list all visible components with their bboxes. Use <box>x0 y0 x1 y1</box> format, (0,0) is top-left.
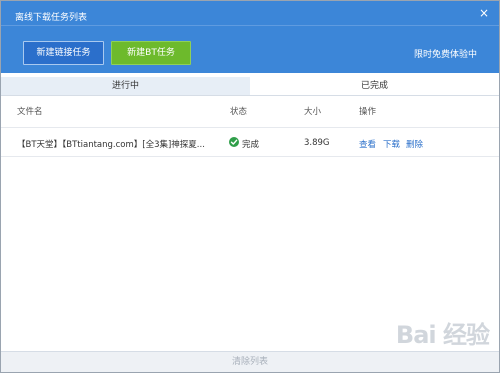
row-size: 3.89G <box>304 138 330 148</box>
tab-running[interactable]: 进行中 <box>1 77 250 95</box>
column-actions: 操作 <box>359 107 377 117</box>
dialog-title: 离线下载任务列表 <box>15 13 88 23</box>
row-filename: 【BT天堂】【BTtiantang.com】[全3集]神探夏... <box>17 140 205 150</box>
check-circle-icon <box>229 137 239 147</box>
download-link[interactable]: 下载 <box>383 138 400 150</box>
tab-completed[interactable]: 已完成 <box>250 77 499 95</box>
delete-link[interactable]: 删除 <box>406 138 423 150</box>
dialog-header: 离线下载任务列表 × 新建链接任务 新建BT任务 限时免费体验中 <box>1 1 499 73</box>
column-status: 状态 <box>230 107 248 117</box>
watermark: Bai 经验 <box>395 321 490 349</box>
offline-download-dialog: 离线下载任务列表 × 新建链接任务 新建BT任务 限时免费体验中 进行中 已完成… <box>0 0 500 373</box>
clear-list-button[interactable]: 清除列表 <box>1 352 499 372</box>
column-headers: 文件名 状态 大小 操作 <box>1 105 499 119</box>
new-link-task-button[interactable]: 新建链接任务 <box>23 41 104 65</box>
column-filename: 文件名 <box>17 107 43 117</box>
task-tabs: 进行中 已完成 <box>1 77 499 96</box>
dialog-footer: 清除列表 <box>1 351 499 372</box>
table-row[interactable]: 【BT天堂】【BTtiantang.com】[全3集]神探夏... 完成 3.8… <box>1 127 499 157</box>
free-trial-label: 限时免费体验中 <box>413 50 477 60</box>
view-link[interactable]: 查看 <box>359 138 376 150</box>
row-status: 完成 <box>242 140 260 150</box>
new-bt-task-button[interactable]: 新建BT任务 <box>111 41 191 65</box>
title-divider <box>1 25 499 26</box>
close-icon[interactable]: × <box>479 6 489 20</box>
column-size: 大小 <box>304 107 322 117</box>
